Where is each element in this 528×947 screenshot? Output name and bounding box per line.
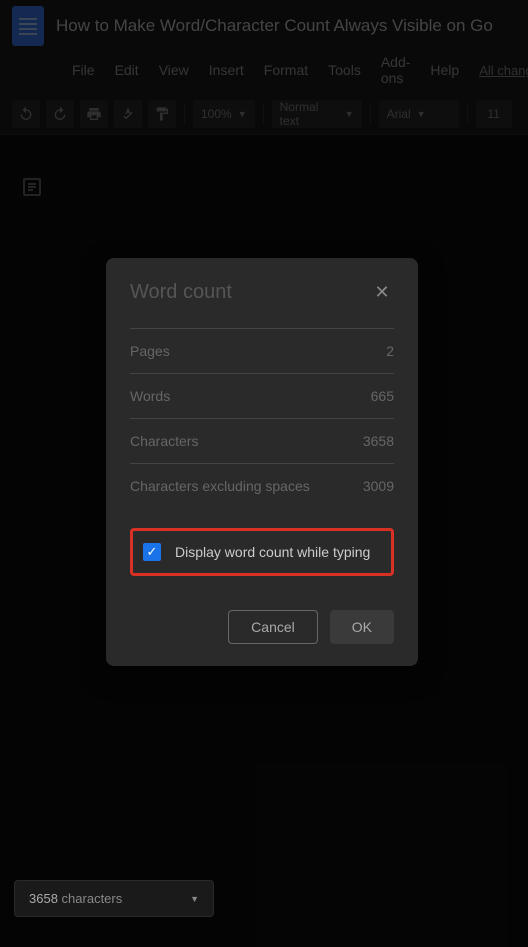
word-count-dialog: Word count ✕ Pages 2 Words 665 Character…	[106, 258, 418, 666]
stat-value: 3009	[363, 478, 394, 494]
cancel-button[interactable]: Cancel	[228, 610, 318, 644]
stat-value: 2	[386, 343, 394, 359]
stat-label: Characters excluding spaces	[130, 478, 310, 494]
stat-value: 665	[371, 388, 394, 404]
pill-count: 3658	[29, 891, 58, 906]
close-icon: ✕	[374, 282, 389, 303]
stat-label: Words	[130, 388, 170, 404]
stat-pages: Pages 2	[130, 328, 394, 373]
ok-button[interactable]: OK	[330, 610, 394, 644]
close-button[interactable]: ✕	[370, 280, 394, 304]
display-count-checkbox-row: ✓ Display word count while typing	[130, 528, 394, 576]
check-icon: ✓	[147, 544, 158, 560]
stat-words: Words 665	[130, 373, 394, 418]
word-count-pill[interactable]: 3658 characters ▼	[14, 880, 214, 917]
dialog-header: Word count ✕	[130, 280, 394, 304]
display-count-checkbox[interactable]: ✓	[143, 543, 161, 561]
stat-label: Pages	[130, 343, 170, 359]
pill-text: 3658 characters	[29, 891, 122, 906]
stat-value: 3658	[363, 433, 394, 449]
pill-label: characters	[62, 891, 123, 906]
dialog-buttons: Cancel OK	[130, 610, 394, 644]
stat-characters: Characters 3658	[130, 418, 394, 463]
stat-characters-no-spaces: Characters excluding spaces 3009	[130, 463, 394, 508]
chevron-down-icon: ▼	[190, 894, 199, 904]
checkbox-label: Display word count while typing	[175, 544, 370, 560]
dialog-title: Word count	[130, 281, 232, 304]
stat-label: Characters	[130, 433, 198, 449]
